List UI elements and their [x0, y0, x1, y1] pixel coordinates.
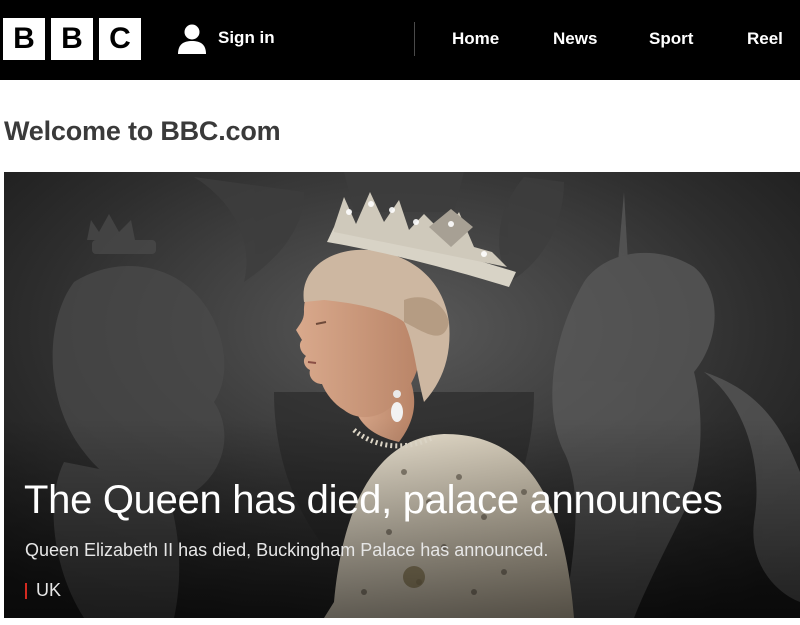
- nav-divider: [414, 22, 415, 56]
- nav-item-news[interactable]: News: [553, 29, 597, 49]
- user-icon: [178, 24, 206, 54]
- hero-summary: Queen Elizabeth II has died, Buckingham …: [25, 540, 549, 560]
- logo-letter-b1: B: [3, 18, 45, 60]
- hero-headline[interactable]: The Queen has died, palace announces: [24, 478, 723, 523]
- page-title: Welcome to BBC.com: [4, 116, 281, 146]
- logo-letter-b2: B: [51, 18, 93, 60]
- logo-letter-c: C: [99, 18, 141, 60]
- sign-in-link[interactable]: Sign in: [176, 22, 275, 54]
- nav-item-reel[interactable]: Reel: [747, 29, 783, 49]
- nav-item-sport[interactable]: Sport: [649, 29, 693, 49]
- sign-in-label: Sign in: [218, 28, 275, 47]
- bbc-logo[interactable]: B B C: [3, 18, 141, 60]
- nav-item-home[interactable]: Home: [452, 29, 499, 49]
- hero-section-tag[interactable]: UK: [25, 580, 61, 601]
- hero-story-card[interactable]: The Queen has died, palace announces Que…: [4, 172, 800, 618]
- top-navigation-bar: B B C Sign in Home News Sport Reel: [0, 0, 800, 80]
- tag-label: UK: [36, 580, 62, 600]
- tag-accent-bar: [25, 582, 27, 599]
